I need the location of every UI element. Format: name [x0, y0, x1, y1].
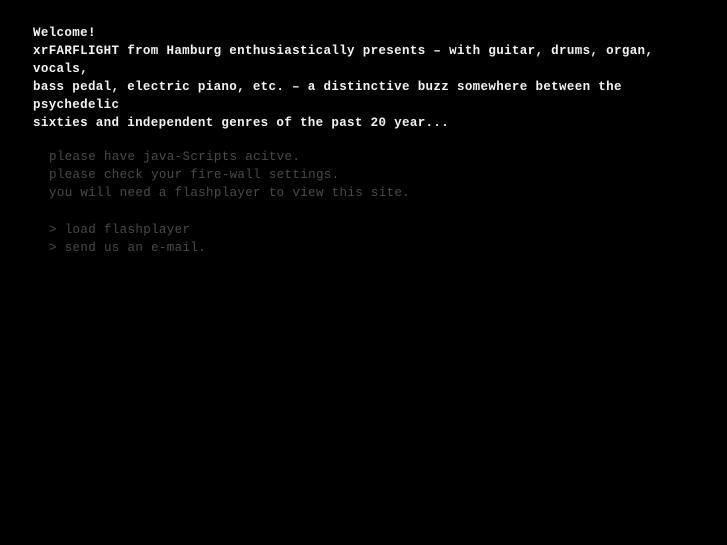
- send-email-link[interactable]: > send us an e-mail.: [49, 239, 669, 257]
- intro-line-3: sixties and independent genres of the pa…: [33, 116, 450, 130]
- intro-line-2: bass pedal, electric piano, etc. – a dis…: [33, 80, 630, 112]
- action-links-block: > load flashplayer > send us an e-mail.: [49, 221, 669, 257]
- notice-firewall: please check your fire-wall settings.: [49, 168, 340, 182]
- page-root: Welcome! xrFARFLIGHT from Hamburg enthus…: [0, 0, 727, 545]
- welcome-heading: Welcome!: [33, 26, 96, 40]
- notice-flashplayer: you will need a flashplayer to view this…: [49, 186, 411, 200]
- intro-line-1: xrFARFLIGHT from Hamburg enthusiasticall…: [33, 44, 662, 76]
- notice-javascript: please have java-Scripts acitve.: [49, 150, 301, 164]
- intro-text-block: Welcome! xrFARFLIGHT from Hamburg enthus…: [33, 24, 693, 132]
- requirements-notice-block: please have java-Scripts acitve. please …: [49, 148, 669, 202]
- load-flashplayer-link[interactable]: > load flashplayer: [49, 221, 669, 239]
